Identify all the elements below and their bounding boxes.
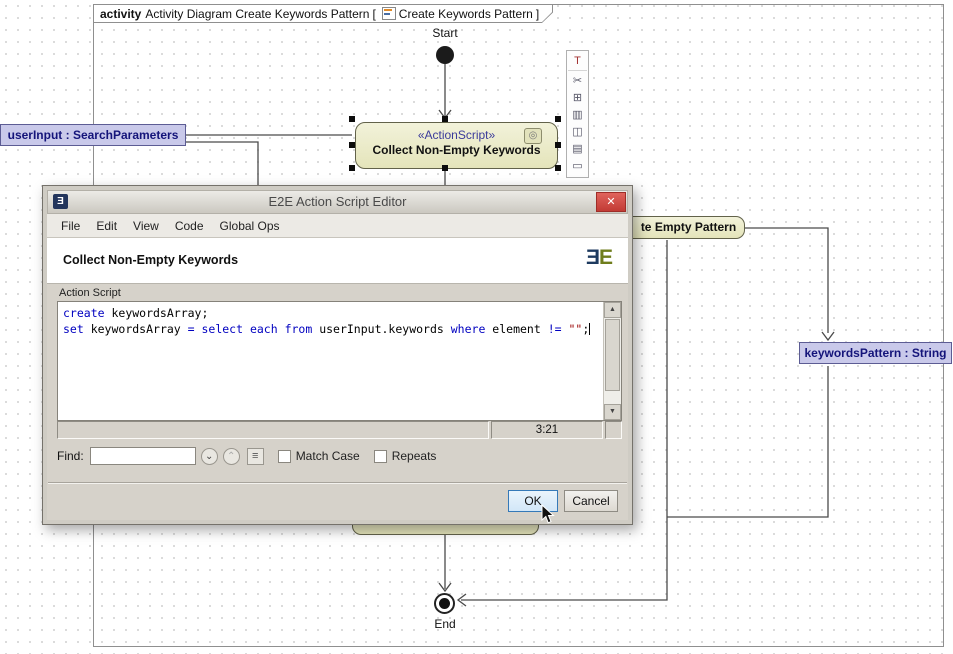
cut-icon[interactable]: ✂ (568, 73, 587, 90)
find-input[interactable] (90, 447, 196, 465)
start-node-label: Start (425, 26, 465, 40)
dialog-header: Collect Non-Empty Keywords ƎE (47, 238, 628, 284)
object-node-user-input[interactable]: userInput : SearchParameters (0, 124, 186, 146)
action-node-create-empty-pattern[interactable]: te Empty Pattern (633, 216, 745, 239)
selection-handle[interactable] (349, 116, 355, 122)
find-bar: Find: ⌄ ⌃ ≡ Match Case Repeats (57, 445, 622, 467)
frame-bracket-close: ] (536, 7, 539, 21)
match-case-checkbox[interactable] (278, 450, 291, 463)
close-button[interactable]: ✕ (596, 192, 626, 212)
frame-bracket-open: [ (372, 7, 375, 21)
caret-position: 3:21 (491, 421, 603, 439)
dialog-title: E2E Action Script Editor (268, 194, 406, 209)
end-node-label: End (425, 617, 465, 631)
status-message-cell (57, 421, 489, 439)
frame-icon[interactable]: ▭ (568, 158, 587, 175)
cancel-button[interactable]: Cancel (564, 490, 618, 512)
final-node-dot (439, 598, 450, 609)
activity-final-node[interactable] (434, 593, 455, 614)
behavior-indicator-icon[interactable]: ◎ (524, 128, 542, 144)
note-icon[interactable]: ▤ (568, 141, 587, 158)
scroll-up-button[interactable]: ▲ (604, 302, 621, 318)
partition-icon[interactable]: ◫ (568, 124, 587, 141)
scrollbar-track[interactable] (604, 392, 621, 404)
highlight-matches-button[interactable]: ≡ (247, 448, 264, 465)
code-line: create keywordsArray; (63, 305, 598, 321)
find-next-button[interactable]: ⌄ (201, 448, 218, 465)
match-case-label: Match Case (296, 449, 360, 463)
scroll-down-button[interactable]: ▼ (604, 404, 621, 420)
selection-handle[interactable] (349, 142, 355, 148)
action-script-label: Action Script (59, 287, 121, 299)
swimlane-icon[interactable]: ▥ (568, 107, 587, 124)
grid-layout-icon[interactable]: ⊞ (568, 90, 587, 107)
canvas: activity Activity Diagram Create Keyword… (0, 0, 953, 654)
dialog-titlebar[interactable]: Ǝ E2E Action Script Editor ✕ (47, 190, 628, 214)
selection-handle[interactable] (555, 142, 561, 148)
frame-keyword: activity (100, 7, 141, 21)
action-name: Collect Non-Empty Keywords (356, 143, 557, 157)
menu-item-code[interactable]: Code (167, 217, 212, 235)
app-icon: Ǝ (53, 194, 68, 209)
code-line: set keywordsArray = select each from use… (63, 321, 598, 337)
status-corner-cell (605, 421, 622, 439)
e2e-logo: ƎE (586, 246, 612, 270)
find-label: Find: (57, 449, 84, 463)
menu-item-edit[interactable]: Edit (88, 217, 125, 235)
initial-node[interactable] (436, 46, 454, 64)
dialog-header-title: Collect Non-Empty Keywords (63, 253, 238, 267)
activity-diagram-icon (382, 7, 396, 20)
object-node-keywords-pattern[interactable]: keywordsPattern : String (799, 342, 952, 364)
text-tool-icon[interactable]: T (568, 53, 587, 71)
menu-item-view[interactable]: View (125, 217, 167, 235)
find-previous-button[interactable]: ⌃ (223, 448, 240, 465)
button-separator (48, 482, 627, 484)
code-editor[interactable]: create keywordsArray;set keywordsArray =… (58, 302, 603, 420)
action-node-collect-non-empty-keywords[interactable]: «ActionScript» Collect Non-Empty Keyword… (355, 122, 558, 169)
selection-handle[interactable] (442, 165, 448, 171)
frame-element-name: Create Keywords Pattern (399, 7, 533, 21)
menu-item-file[interactable]: File (53, 217, 88, 235)
mouse-cursor (541, 504, 555, 530)
selection-handle[interactable] (555, 165, 561, 171)
selection-handle[interactable] (555, 116, 561, 122)
repeats-label: Repeats (392, 449, 437, 463)
vertical-scrollbar[interactable]: ▲ ▼ (603, 302, 621, 420)
text-caret (589, 323, 590, 335)
selection-handle[interactable] (442, 116, 448, 122)
selection-handle[interactable] (349, 165, 355, 171)
frame-title: Activity Diagram Create Keywords Pattern (145, 7, 369, 21)
scrollbar-thumb[interactable] (605, 319, 620, 391)
dialog-menubar: FileEditViewCodeGlobal Ops (47, 214, 628, 238)
repeats-checkbox[interactable] (374, 450, 387, 463)
diagram-frame-tab: activity Activity Diagram Create Keyword… (93, 4, 553, 23)
diagram-side-toolbar: T ✂⊞▥◫▤▭ (566, 50, 589, 178)
code-editor-box: create keywordsArray;set keywordsArray =… (57, 301, 622, 421)
editor-status-bar: 3:21 (57, 421, 622, 439)
menu-item-global-ops[interactable]: Global Ops (212, 217, 288, 235)
action-script-editor-dialog: Ǝ E2E Action Script Editor ✕ FileEditVie… (42, 185, 633, 525)
